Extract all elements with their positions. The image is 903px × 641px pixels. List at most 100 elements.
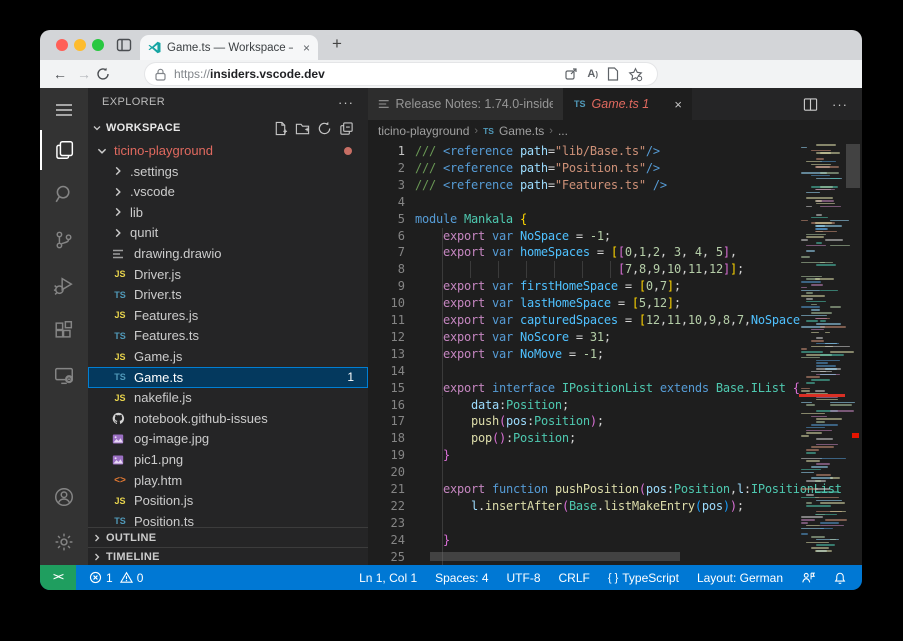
tab-release-notes[interactable]: Release Notes: 1.74.0-insider bbox=[368, 88, 564, 120]
refresh-icon[interactable] bbox=[317, 121, 332, 136]
code-line-10[interactable]: 10export var lastHomeSpace = [5,12]; bbox=[368, 295, 862, 312]
tree-item-lib[interactable]: lib bbox=[88, 202, 368, 223]
tab-game-ts[interactable]: TS Game.ts 1 × bbox=[564, 88, 692, 120]
layout-status[interactable]: Layout: German bbox=[690, 571, 790, 585]
tree-item-pic1-png[interactable]: pic1.png bbox=[88, 449, 368, 470]
cursor-position-status[interactable]: Ln 1, Col 1 bbox=[352, 571, 424, 585]
code-line-16[interactable]: 16 data:Position; bbox=[368, 397, 862, 414]
code-line-15[interactable]: 15export interface IPositionList extends… bbox=[368, 380, 862, 397]
extensions-view-icon[interactable] bbox=[40, 310, 88, 350]
address-bar[interactable]: https://insiders.vscode.dev A) bbox=[145, 63, 657, 85]
code-line-20[interactable]: 20 bbox=[368, 464, 862, 481]
settings-gear-icon[interactable] bbox=[40, 522, 88, 562]
tree-item--vscode[interactable]: .vscode bbox=[88, 181, 368, 202]
code-line-11[interactable]: 11export var capturedSpaces = [12,11,10,… bbox=[368, 312, 862, 329]
code-line-5[interactable]: 5module Mankala { bbox=[368, 211, 862, 228]
back-button[interactable]: ← bbox=[48, 66, 72, 82]
code-line-8[interactable]: 8 [7,8,9,10,11,12]]; bbox=[368, 261, 862, 278]
tree-item-position-ts[interactable]: TSPosition.ts bbox=[88, 511, 368, 527]
language-status[interactable]: { }TypeScript bbox=[601, 571, 686, 585]
workspace-section-header[interactable]: WORKSPACE bbox=[88, 116, 368, 140]
scrollbar-slider[interactable] bbox=[846, 144, 860, 188]
editor-more-icon[interactable]: ··· bbox=[832, 97, 848, 112]
code-line-7[interactable]: 7export var homeSpaces = [[0,1,2, 3, 4, … bbox=[368, 244, 862, 261]
share-icon[interactable] bbox=[564, 67, 578, 81]
read-aloud-icon[interactable]: A) bbox=[587, 68, 598, 80]
tree-item-drawing-drawio[interactable]: drawing.drawio bbox=[88, 243, 368, 264]
breadcrumb-folder[interactable]: ticino-playground bbox=[378, 124, 469, 138]
forward-button[interactable]: → bbox=[72, 66, 96, 82]
lock-icon[interactable] bbox=[155, 68, 166, 81]
tree-item--settings[interactable]: .settings bbox=[88, 161, 368, 182]
minimize-window-button[interactable] bbox=[74, 39, 86, 51]
favorites-star-icon[interactable] bbox=[628, 67, 643, 82]
tab-overview-icon[interactable] bbox=[116, 37, 132, 53]
maximize-window-button[interactable] bbox=[92, 39, 104, 51]
code-line-24[interactable]: 24} bbox=[368, 532, 862, 549]
new-tab-button[interactable]: + bbox=[332, 34, 342, 54]
new-file-icon[interactable] bbox=[273, 121, 288, 136]
notifications-bell-icon[interactable] bbox=[826, 571, 854, 585]
tree-item-game-js[interactable]: JSGame.js bbox=[88, 346, 368, 367]
horizontal-scrollbar[interactable] bbox=[430, 552, 680, 561]
tree-item-nakefile-js[interactable]: JSnakefile.js bbox=[88, 387, 368, 408]
tree-item-og-image-jpg[interactable]: og-image.jpg bbox=[88, 428, 368, 449]
feedback-icon[interactable] bbox=[794, 571, 822, 585]
tree-item-game-ts[interactable]: TSGame.ts1 bbox=[88, 367, 368, 388]
code-line-4[interactable]: 4 bbox=[368, 194, 862, 211]
reload-button[interactable] bbox=[96, 67, 120, 81]
explorer-icon[interactable] bbox=[40, 130, 88, 170]
breadcrumb-file[interactable]: Game.ts bbox=[499, 124, 544, 138]
indentation-status[interactable]: Spaces: 4 bbox=[428, 571, 495, 585]
code-line-22[interactable]: 22 l.insertAfter(Base.listMakeEntry(pos)… bbox=[368, 498, 862, 515]
vertical-scrollbar[interactable] bbox=[846, 142, 860, 565]
breadcrumb-symbol[interactable]: ... bbox=[558, 124, 568, 138]
source-control-icon[interactable] bbox=[40, 220, 88, 260]
collapse-all-icon[interactable] bbox=[339, 121, 354, 136]
code-line-23[interactable]: 23 bbox=[368, 515, 862, 532]
url-text[interactable]: https://insiders.vscode.dev bbox=[174, 67, 325, 81]
code-line-21[interactable]: 21export function pushPosition(pos:Posit… bbox=[368, 481, 862, 498]
code-line-17[interactable]: 17 push(pos:Position); bbox=[368, 413, 862, 430]
remote-explorer-icon[interactable] bbox=[40, 356, 88, 396]
tree-item-play-htm[interactable]: <>play.htm bbox=[88, 470, 368, 491]
new-folder-icon[interactable] bbox=[295, 121, 310, 136]
close-window-button[interactable] bbox=[56, 39, 68, 51]
code-line-3[interactable]: 3/// <reference path="Features.ts" /> bbox=[368, 177, 862, 194]
code-line-14[interactable]: 14 bbox=[368, 363, 862, 380]
accounts-icon[interactable] bbox=[40, 477, 88, 517]
encoding-status[interactable]: UTF-8 bbox=[500, 571, 548, 585]
problems-status[interactable]: 1 0 bbox=[82, 571, 150, 585]
code-line-13[interactable]: 13export var NoMove = -1; bbox=[368, 346, 862, 363]
code-line-2[interactable]: 2/// <reference path="Position.ts"/> bbox=[368, 160, 862, 177]
explorer-more-icon[interactable]: ··· bbox=[338, 95, 354, 110]
tree-item-notebook-github-issues[interactable]: notebook.github-issues bbox=[88, 408, 368, 429]
remote-indicator[interactable]: >< bbox=[40, 565, 76, 590]
code-line-1[interactable]: 1/// <reference path="lib/Base.ts"/> bbox=[368, 143, 862, 160]
outline-section-header[interactable]: OUTLINE bbox=[88, 527, 368, 547]
tree-item-driver-js[interactable]: JSDriver.js bbox=[88, 264, 368, 285]
code-editor[interactable]: 2524}2322 l.insertAfter(Base.listMakeEnt… bbox=[368, 142, 862, 565]
code-line-9[interactable]: 9export var firstHomeSpace = [0,7]; bbox=[368, 278, 862, 295]
tree-item-ticino-playground[interactable]: ticino-playground bbox=[88, 140, 368, 161]
tree-item-driver-ts[interactable]: TSDriver.ts bbox=[88, 284, 368, 305]
menu-icon[interactable] bbox=[40, 90, 88, 130]
minimap[interactable] bbox=[799, 142, 845, 558]
eol-status[interactable]: CRLF bbox=[552, 571, 597, 585]
timeline-section-header[interactable]: TIMELINE bbox=[88, 547, 368, 565]
browser-tab-close-icon[interactable]: × bbox=[303, 42, 310, 54]
close-tab-icon[interactable]: × bbox=[674, 97, 682, 112]
tree-item-qunit[interactable]: qunit bbox=[88, 222, 368, 243]
code-line-12[interactable]: 12export var NoScore = 31; bbox=[368, 329, 862, 346]
tree-item-features-js[interactable]: JSFeatures.js bbox=[88, 305, 368, 326]
code-line-18[interactable]: 18 pop():Position; bbox=[368, 430, 862, 447]
code-line-19[interactable]: 19} bbox=[368, 447, 862, 464]
reading-mode-icon[interactable] bbox=[607, 67, 619, 81]
split-editor-icon[interactable] bbox=[803, 97, 818, 112]
tree-item-features-ts[interactable]: TSFeatures.ts bbox=[88, 325, 368, 346]
run-debug-icon[interactable] bbox=[40, 266, 88, 306]
browser-tab[interactable]: Game.ts — Workspace — Visua × bbox=[140, 35, 318, 60]
search-icon[interactable] bbox=[40, 174, 88, 214]
tree-item-position-js[interactable]: JSPosition.js bbox=[88, 490, 368, 511]
code-line-6[interactable]: 6export var NoSpace = -1; bbox=[368, 228, 862, 245]
